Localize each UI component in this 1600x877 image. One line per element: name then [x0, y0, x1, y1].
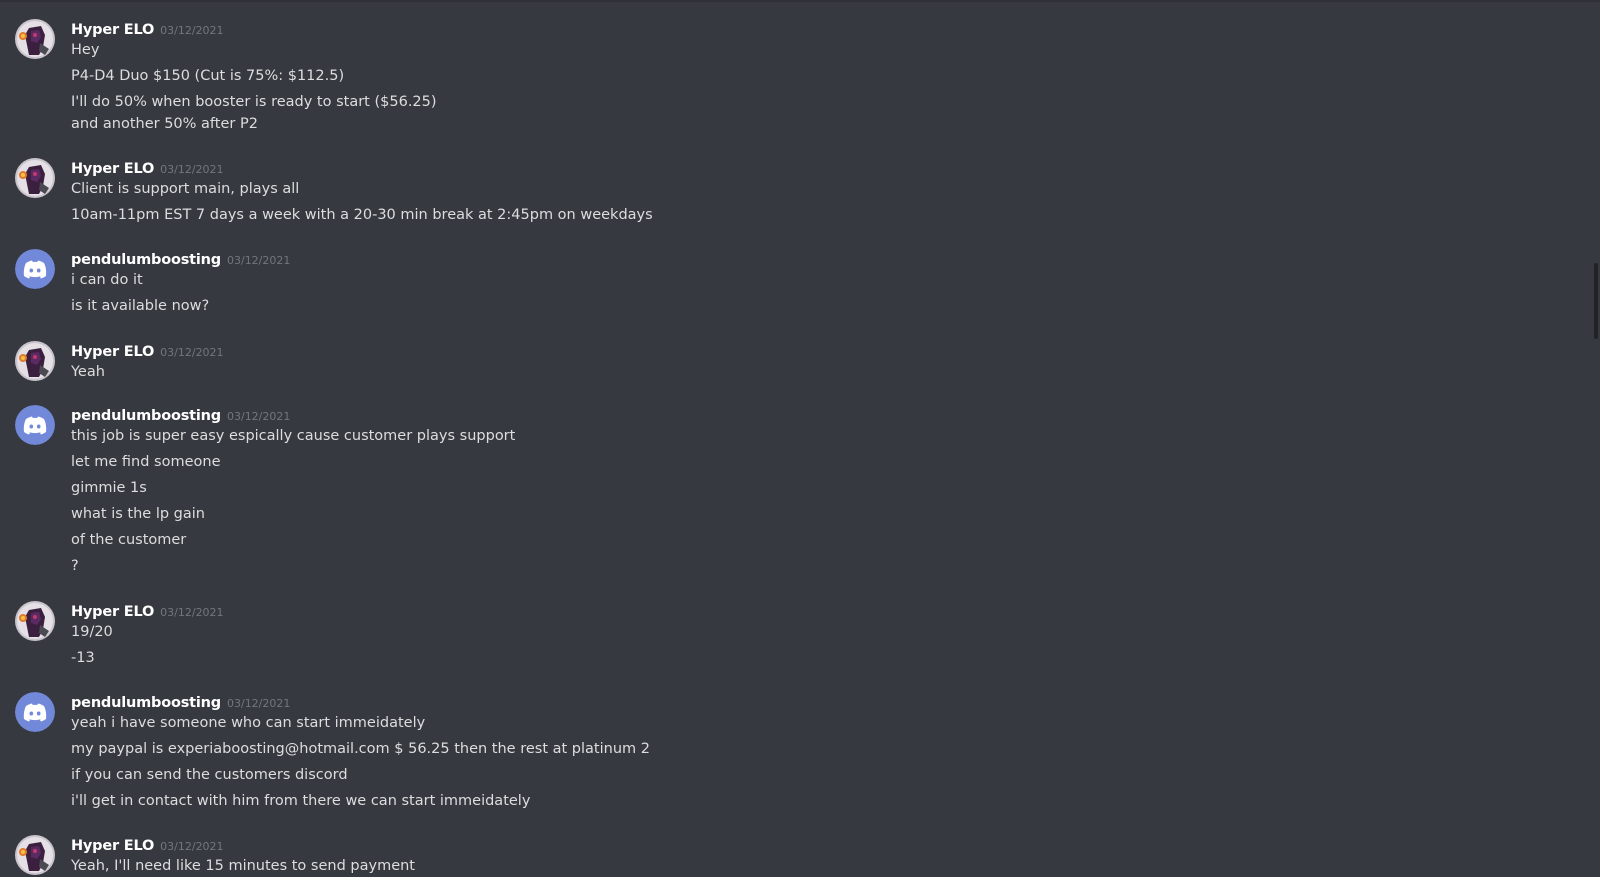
- message-text: Client is support main, plays all: [71, 181, 300, 197]
- message-text: ?: [71, 558, 79, 574]
- message-text: I'll do 50% when booster is ready to sta…: [71, 94, 437, 110]
- message-content: Client is support main, plays all 10am-1…: [71, 179, 653, 231]
- username[interactable]: pendulumboosting: [71, 252, 221, 268]
- message-text: Yeah: [71, 364, 105, 380]
- message-text: Yeah, I'll need like 15 minutes to send …: [71, 858, 415, 874]
- message-header: Hyper ELO 03/12/2021: [71, 601, 224, 623]
- user-avatar-icon[interactable]: [15, 601, 55, 641]
- message-text: i'll get in contact with him from there …: [71, 793, 531, 809]
- message-content: Yeah, I'll need like 15 minutes to send …: [71, 856, 415, 877]
- message-header: pendulumboosting 03/12/2021: [71, 692, 290, 714]
- username[interactable]: Hyper ELO: [71, 344, 154, 360]
- message-header: pendulumboosting 03/12/2021: [71, 249, 290, 271]
- message-content: 19/20 -13: [71, 622, 113, 674]
- message-text: if you can send the customers discord: [71, 767, 348, 783]
- user-avatar-icon[interactable]: [15, 158, 55, 198]
- timestamp: 03/12/2021: [226, 254, 291, 267]
- message-header: Hyper ELO 03/12/2021: [71, 341, 224, 363]
- message-content: Hey P4-D4 Duo $150 (Cut is 75%: $112.5) …: [71, 40, 437, 140]
- discord-logo-icon[interactable]: [15, 249, 55, 289]
- timestamp: 03/12/2021: [160, 346, 224, 359]
- message-text: Hey: [71, 42, 100, 58]
- message-text: 19/20: [71, 624, 113, 640]
- message-header: Hyper ELO 03/12/2021: [71, 835, 224, 857]
- scrollbar-thumb[interactable]: [1594, 263, 1598, 339]
- message-text: -13: [71, 650, 95, 666]
- message-content: yeah i have someone who can start immeid…: [71, 713, 650, 817]
- message-header: Hyper ELO 03/12/2021: [71, 19, 224, 41]
- user-avatar-icon[interactable]: [15, 835, 55, 875]
- message-text: yeah i have someone who can start immeid…: [71, 715, 426, 731]
- username[interactable]: Hyper ELO: [71, 604, 154, 620]
- message-text: P4-D4 Duo $150 (Cut is 75%: $112.5): [71, 68, 345, 84]
- user-avatar-icon[interactable]: [15, 19, 55, 59]
- timestamp: 03/12/2021: [160, 163, 224, 176]
- timestamp: 03/12/2021: [160, 24, 224, 37]
- message-content: this job is super easy espically cause c…: [71, 426, 515, 582]
- username[interactable]: pendulumboosting: [71, 408, 221, 424]
- message-text: gimmie 1s: [71, 480, 147, 496]
- message-content: i can do it is it available now?: [71, 270, 209, 322]
- message-text: what is the lp gain: [71, 506, 205, 522]
- discord-logo-icon[interactable]: [15, 692, 55, 732]
- message-list[interactable]: Hyper ELO 03/12/2021 Hey P4-D4 Duo $150 (…: [0, 0, 1594, 877]
- message-text: and another 50% after P2: [71, 116, 258, 132]
- timestamp: 03/12/2021: [226, 697, 291, 710]
- message-text: 10am-11pm EST 7 days a week with a 20-30…: [71, 207, 653, 223]
- message-text: i can do it: [71, 272, 143, 288]
- discord-logo-icon[interactable]: [15, 405, 55, 445]
- message-header: Hyper ELO 03/12/2021: [71, 158, 224, 180]
- timestamp: 03/12/2021: [160, 840, 224, 853]
- timestamp: 03/12/2021: [226, 410, 291, 423]
- timestamp: 03/12/2021: [160, 606, 224, 619]
- message-text: of the customer: [71, 532, 187, 548]
- username[interactable]: Hyper ELO: [71, 838, 154, 854]
- message-text: my paypal is experiaboosting@hotmail.com…: [71, 741, 650, 757]
- username[interactable]: pendulumboosting: [71, 695, 221, 711]
- message-text: is it available now?: [71, 298, 210, 314]
- message-header: pendulumboosting 03/12/2021: [71, 405, 290, 427]
- message-content: Yeah: [71, 362, 105, 388]
- username[interactable]: Hyper ELO: [71, 22, 154, 38]
- message-text: this job is super easy espically cause c…: [71, 428, 516, 444]
- user-avatar-icon[interactable]: [15, 341, 55, 381]
- username[interactable]: Hyper ELO: [71, 161, 154, 177]
- message-text: let me find someone: [71, 454, 221, 470]
